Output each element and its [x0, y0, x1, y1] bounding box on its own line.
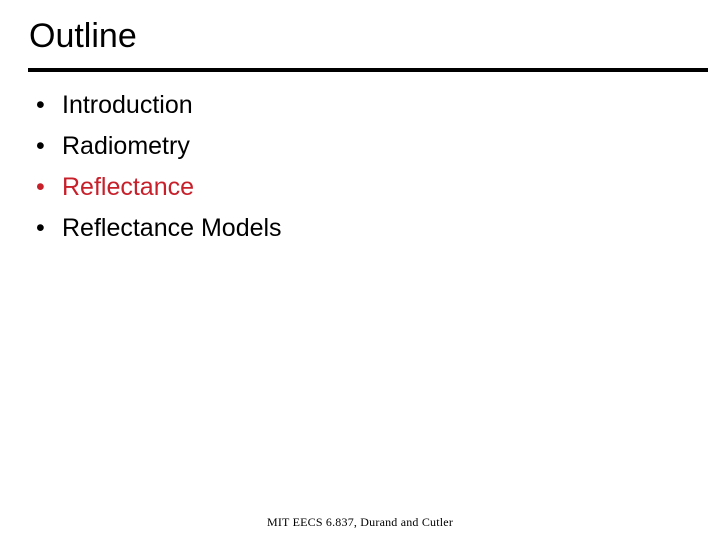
- bullet-point-icon: •: [36, 214, 45, 242]
- list-item-label: Reflectance: [62, 173, 195, 201]
- list-item[interactable]: • Radiometry: [30, 129, 670, 170]
- slide-canvas: Outline • Introduction • Radiometry • Re…: [0, 0, 720, 540]
- page-title: Outline: [29, 17, 137, 55]
- title-divider: [28, 68, 708, 72]
- outline-bullet-list: • Introduction • Radiometry • Reflectanc…: [30, 88, 670, 252]
- list-item[interactable]: • Introduction: [30, 88, 670, 129]
- list-item-label: Reflectance Models: [62, 214, 282, 242]
- list-item-label: Radiometry: [62, 132, 190, 160]
- slide-footer: MIT EECS 6.837, Durand and Cutler: [266, 515, 454, 529]
- list-item[interactable]: • Reflectance Models: [30, 211, 670, 252]
- list-item-label: Introduction: [62, 91, 193, 119]
- list-item-active[interactable]: • Reflectance: [30, 170, 670, 211]
- bullet-point-icon: •: [36, 173, 45, 201]
- bullet-point-icon: •: [36, 132, 45, 160]
- bullet-point-icon: •: [36, 91, 45, 119]
